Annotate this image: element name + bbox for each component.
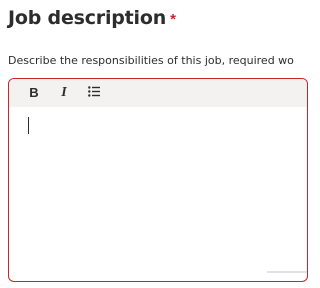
field-title-row: Job description *	[8, 4, 176, 32]
text-caret	[28, 117, 29, 134]
editor-toolbar: B I	[9, 79, 307, 107]
bulleted-list-icon	[88, 84, 100, 102]
resize-handle[interactable]	[267, 271, 307, 273]
required-marker: *	[170, 10, 176, 28]
editor-text-area[interactable]	[9, 107, 307, 281]
italic-button[interactable]: I	[49, 81, 79, 105]
field-description: Describe the responsibilities of this jo…	[8, 54, 294, 67]
rich-text-editor: B I	[8, 78, 308, 282]
field-title: Job description	[8, 7, 167, 29]
bold-button[interactable]: B	[19, 81, 49, 105]
bulleted-list-button[interactable]	[79, 81, 109, 105]
